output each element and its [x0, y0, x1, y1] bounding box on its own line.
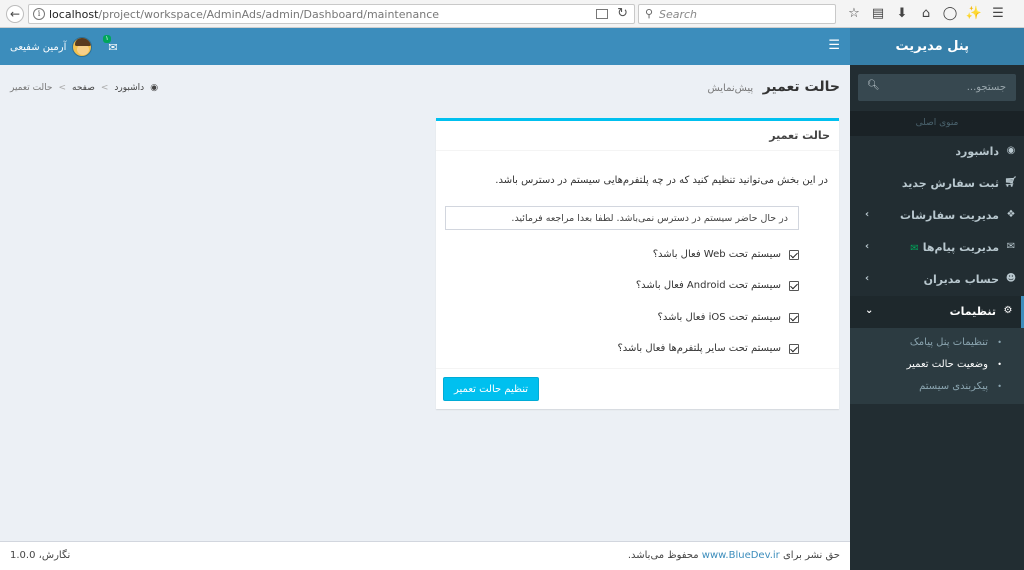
- cubes-icon: ❖: [1006, 209, 1016, 220]
- browser-toolbar: ← i localhost/project/workspace/AdminAds…: [0, 0, 1024, 28]
- sidebar-search-input[interactable]: [858, 74, 1016, 101]
- sidebar-submenu: • تنظیمات پنل پیامک • وضعیت حالت تعمیر •…: [850, 328, 1024, 404]
- other-platforms-checkbox[interactable]: [789, 343, 799, 354]
- circle-icon: •: [997, 338, 1002, 347]
- cart-icon: 🛒︎: [1004, 177, 1017, 188]
- maintenance-box: حالت تعمیر در این بخش می‌توانید تنظیم کن…: [436, 118, 839, 409]
- message-indicator-icon: ✉: [910, 243, 919, 254]
- version-text: نگارش، 1.0.0: [10, 550, 71, 561]
- sidebar-item-label: حساب مدیران: [923, 273, 999, 286]
- box-title: حالت تعمیر: [436, 121, 839, 151]
- sidebar-toggle-icon[interactable]: ☰: [828, 38, 840, 53]
- url-text: localhost/project/workspace/AdminAds/adm…: [49, 8, 440, 21]
- reader-view-icon[interactable]: [596, 9, 608, 19]
- android-checkbox[interactable]: [789, 280, 799, 291]
- extension-icon[interactable]: ✨: [962, 5, 986, 23]
- search-icon: ⚲: [645, 7, 654, 20]
- sidebar: پنل مدیریت 🔍︎ منوی اصلی ◉ داشبورد 🛒︎ ثبت…: [850, 28, 1024, 570]
- envelope-icon: ✉: [1006, 241, 1016, 252]
- info-icon[interactable]: i: [33, 8, 45, 20]
- sidebar-item-admins[interactable]: ☻ حساب مدیران ›: [850, 264, 1024, 296]
- sidebar-item-label: تنظیمات: [949, 305, 996, 318]
- sidebar-item-messages[interactable]: ✉ مدیریت پیام‌ها✉ ›: [850, 232, 1024, 264]
- sidebar-item-settings[interactable]: ⚙ تنظیمات ⌄: [850, 296, 1024, 328]
- home-icon[interactable]: ⌂: [914, 5, 938, 23]
- breadcrumb-separator: >: [100, 83, 109, 93]
- avatar[interactable]: [72, 37, 93, 57]
- maintenance-message-field[interactable]: در حال حاضر سیستم در دسترس نمی‌باشد. لطف…: [445, 206, 799, 230]
- box-footer: تنظیم حالت تعمیر: [436, 368, 839, 409]
- search-icon[interactable]: 🔍︎: [867, 80, 880, 91]
- dashboard-icon: ◉: [1006, 145, 1016, 156]
- brand-logo[interactable]: پنل مدیریت: [850, 28, 1024, 65]
- circle-icon: •: [997, 360, 1002, 369]
- box-description: در این بخش می‌توانید تنظیم کنید که در چه…: [495, 175, 828, 186]
- sidebar-subitem-maintenance[interactable]: • وضعیت حالت تعمیر: [850, 354, 1024, 376]
- sidebar-item-new-order[interactable]: 🛒︎ ثبت سفارش جدید: [850, 168, 1024, 200]
- circle-icon: •: [997, 382, 1002, 391]
- search-placeholder: Search: [659, 8, 698, 21]
- user-menu[interactable]: آرمین شفیعی ✉ ۱: [10, 34, 122, 58]
- chevron-left-icon: ›: [865, 273, 870, 284]
- sidebar-item-label: مدیریت سفارشات: [900, 209, 999, 222]
- menu-icon[interactable]: ☰: [986, 5, 1010, 23]
- sidebar-item-dashboard[interactable]: ◉ داشبورد: [850, 136, 1024, 168]
- box-body: در این بخش می‌توانید تنظیم کنید که در چه…: [436, 151, 839, 369]
- sidebar-subitem-system-config[interactable]: • پیکربندی سیستم: [850, 376, 1024, 398]
- mail-icon[interactable]: ✉ ۱: [103, 34, 122, 54]
- copyright-text: حق نشر برای www.BlueDev.ir محفوظ می‌باشد…: [627, 550, 840, 561]
- web-checkbox-row[interactable]: سیستم تحت Web فعال باشد؟: [653, 249, 799, 260]
- android-checkbox-row[interactable]: سیستم تحت Android فعال باشد؟: [636, 280, 799, 291]
- address-bar[interactable]: i localhost/project/workspace/AdminAds/a…: [28, 4, 635, 24]
- breadcrumb: ◉ داشبورد > صفحه > حالت تعمیر: [10, 83, 158, 93]
- sidebar-item-label: داشبورد: [955, 145, 999, 158]
- breadcrumb-separator: >: [58, 83, 67, 93]
- back-button[interactable]: ←: [6, 5, 24, 23]
- browser-search[interactable]: ⚲ Search: [638, 4, 836, 24]
- page-footer: حق نشر برای www.BlueDev.ir محفوظ می‌باشد…: [0, 541, 850, 570]
- sidebar-subitem-sms-settings[interactable]: • تنظیمات پنل پیامک: [850, 332, 1024, 354]
- ios-checkbox-row[interactable]: سیستم تحت iOS فعال باشد؟: [658, 312, 799, 323]
- sidebar-search: 🔍︎: [858, 74, 1016, 101]
- dashboard-icon: ◉: [150, 83, 159, 93]
- sidebar-item-orders[interactable]: ❖ مدیریت سفارشات ›: [850, 200, 1024, 232]
- username[interactable]: آرمین شفیعی: [10, 42, 66, 53]
- browser-icons: ☆ ▤ ⬇ ⌂ ◯ ✨ ☰: [842, 5, 1010, 23]
- gear-icon: ⚙: [1003, 305, 1013, 316]
- page-title: حالت تعمیر پیش‌نمایش: [707, 79, 840, 95]
- chevron-down-icon: ⌄: [865, 305, 874, 316]
- set-maintenance-button[interactable]: تنظیم حالت تعمیر: [443, 377, 540, 401]
- breadcrumb-link-page[interactable]: صفحه: [72, 83, 95, 93]
- breadcrumb-current: حالت تعمیر: [10, 83, 53, 93]
- pocket-icon[interactable]: ◯: [938, 5, 962, 23]
- web-checkbox[interactable]: [789, 249, 799, 260]
- bluedev-link[interactable]: www.BlueDev.ir: [702, 550, 780, 561]
- sidebar-item-label: مدیریت پیام‌ها✉: [910, 241, 999, 254]
- sidebar-section-header: منوی اصلی: [850, 111, 1024, 136]
- reload-icon[interactable]: ↻: [617, 6, 628, 21]
- page-subtitle: پیش‌نمایش: [707, 83, 754, 94]
- mail-badge: ۱: [103, 34, 111, 43]
- top-navbar: آرمین شفیعی ✉ ۱ ☰: [0, 28, 850, 65]
- chevron-left-icon: ›: [865, 241, 870, 252]
- other-platforms-checkbox-row[interactable]: سیستم تحت سایر پلتفرم‌ها فعال باشد؟: [617, 343, 799, 354]
- breadcrumb-link-dashboard[interactable]: داشبورد: [114, 83, 144, 93]
- user-icon: ☻: [1005, 273, 1017, 284]
- star-icon[interactable]: ☆: [842, 5, 866, 23]
- sidebar-item-label: ثبت سفارش جدید: [901, 177, 999, 190]
- download-icon[interactable]: ⬇: [890, 5, 914, 23]
- chevron-left-icon: ›: [865, 209, 870, 220]
- ios-checkbox[interactable]: [789, 312, 799, 323]
- clipboard-icon[interactable]: ▤: [866, 5, 890, 23]
